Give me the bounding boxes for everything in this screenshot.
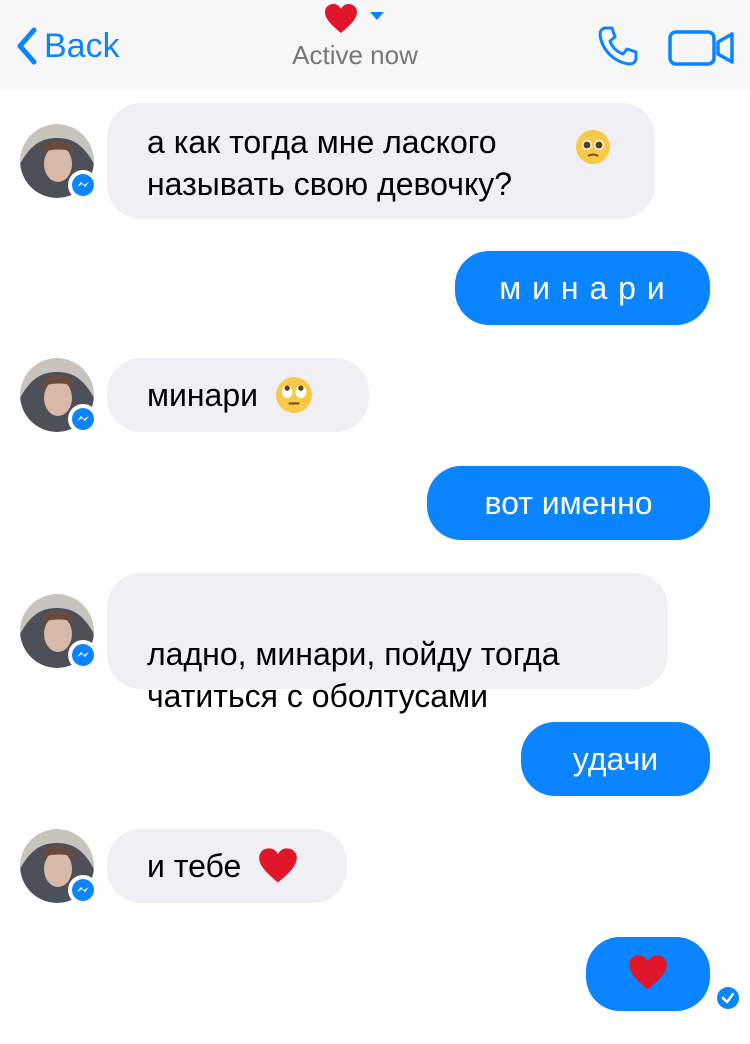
messenger-badge-icon — [68, 404, 98, 434]
red-heart-emoji — [629, 955, 667, 990]
messenger-badge-icon — [68, 875, 98, 905]
message-bubble-incoming[interactable]: и тебе — [107, 829, 347, 903]
chat-header: Back Active now — [0, 0, 750, 90]
message-text: минари — [147, 377, 259, 413]
heart-icon — [325, 4, 357, 33]
call-button[interactable] — [596, 24, 640, 73]
message-text: удачи — [572, 741, 659, 777]
active-status: Active now — [292, 40, 418, 70]
contact-avatar[interactable] — [20, 124, 98, 200]
red-heart-emoji — [259, 847, 297, 883]
message-bubble-incoming[interactable]: минари — [107, 358, 369, 432]
caret-down-icon — [370, 12, 384, 20]
contact-avatar[interactable] — [20, 358, 98, 434]
phone-icon — [598, 26, 638, 66]
message-bubble-outgoing[interactable]: вот именно — [427, 466, 710, 540]
message-text: и тебе — [147, 848, 242, 884]
message-bubble-outgoing[interactable]: удачи — [521, 722, 710, 796]
chevron-left-icon — [17, 27, 37, 65]
messenger-badge-icon — [68, 170, 98, 200]
message-text: м и н а р и — [499, 270, 666, 306]
delivered-check-icon — [716, 986, 740, 1015]
contact-avatar[interactable] — [20, 829, 98, 905]
back-label: Back — [44, 26, 120, 65]
message-text: а как тогда мне лаского называть свою де… — [147, 124, 513, 202]
message-text: ладно, минари, пойду тогда чатиться с об… — [147, 636, 560, 714]
message-bubble-incoming[interactable]: ладно, минари, пойду тогда чатиться с об… — [107, 573, 668, 714]
video-call-button[interactable] — [668, 28, 736, 73]
message-bubble-outgoing[interactable]: м и н а р и — [455, 251, 710, 325]
contact-title[interactable]: Active now — [250, 0, 460, 71]
pleading-face-emoji — [576, 130, 610, 164]
eye-roll-emoji — [275, 376, 312, 413]
back-button[interactable]: Back — [14, 22, 120, 70]
contact-avatar[interactable] — [20, 594, 98, 670]
messenger-badge-icon — [68, 640, 98, 670]
message-bubble-incoming[interactable]: а как тогда мне лаского называть свою де… — [107, 103, 655, 219]
video-icon — [668, 30, 734, 66]
message-bubble-outgoing[interactable] — [586, 937, 710, 1011]
message-text: вот именно — [484, 485, 653, 521]
